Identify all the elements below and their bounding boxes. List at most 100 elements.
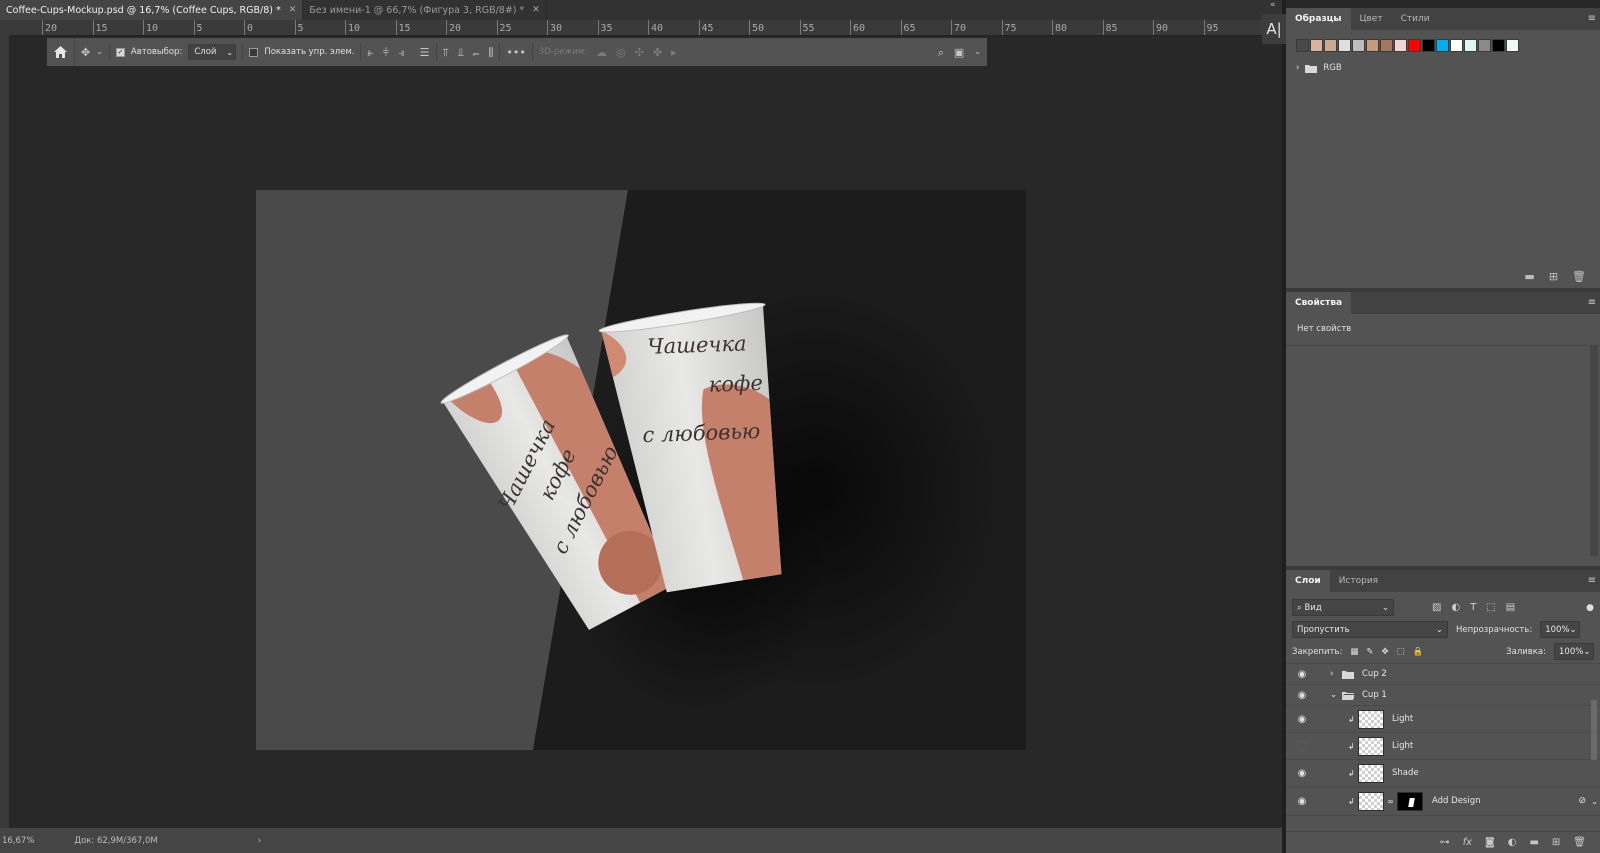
link-layers-icon[interactable]: ⊶: [1440, 837, 1450, 848]
blend-mode-dropdown[interactable]: Пропустить ⌄: [1292, 621, 1448, 638]
align-right-edges-icon[interactable]: ⫣: [398, 47, 405, 58]
layer-row-group[interactable]: ◉ ⌄ Cup 1: [1286, 685, 1600, 706]
fx-icon[interactable]: fx: [1463, 837, 1472, 848]
chevron-down-icon[interactable]: ⌄: [96, 48, 103, 56]
color-swatch[interactable]: [1296, 39, 1309, 52]
distribute-left-icon[interactable]: ⫼: [488, 47, 493, 58]
visibility-eye-icon[interactable]: ◉: [1294, 669, 1310, 680]
horizontal-ruler[interactable]: 20 15 10 5 0 5 10 15 20 25 30 35 40 45 50 55 60 65 70 75 80 8…: [10, 20, 1282, 36]
color-swatch[interactable]: [1492, 39, 1505, 52]
character-panel-button[interactable]: A|: [1262, 14, 1286, 44]
color-swatch[interactable]: [1436, 39, 1449, 52]
document-canvas[interactable]: Чашечка кофе с любовью Чашечка кофе с лю…: [256, 190, 1026, 750]
chevron-down-icon[interactable]: ⌄: [1330, 690, 1337, 700]
color-swatch[interactable]: [1394, 39, 1407, 52]
trash-icon[interactable]: 🗑: [1572, 270, 1586, 283]
show-transform-checkbox[interactable]: [249, 47, 259, 57]
filter-shape-icon[interactable]: ⬚: [1486, 602, 1495, 613]
panel-menu-icon[interactable]: ≡: [1588, 13, 1596, 24]
color-swatch[interactable]: [1310, 39, 1323, 52]
color-swatch[interactable]: [1324, 39, 1337, 52]
new-group-icon[interactable]: ▬: [1524, 270, 1534, 283]
3d-scale-icon[interactable]: ▸: [671, 47, 677, 58]
properties-scrollbar[interactable]: [1590, 346, 1598, 556]
new-group-icon[interactable]: ▬: [1529, 837, 1538, 848]
more-options-icon[interactable]: •••: [506, 47, 525, 58]
distribute-top-icon[interactable]: ⫪: [443, 47, 449, 58]
layer-mask-thumbnail[interactable]: [1397, 791, 1423, 811]
opacity-input[interactable]: 100% ⌄: [1540, 621, 1581, 638]
fill-input[interactable]: 100% ⌄: [1554, 643, 1594, 660]
document-tab-inactive[interactable]: Без имени-1 @ 66,7% (Фигура 3, RGB/8#) *…: [303, 0, 547, 20]
color-swatch[interactable]: [1380, 39, 1393, 52]
tab-properties[interactable]: Свойства: [1286, 292, 1352, 314]
tab-swatches[interactable]: Образцы: [1286, 8, 1351, 30]
lock-transparent-icon[interactable]: ▦: [1350, 647, 1358, 657]
distribute-bottom-icon[interactable]: ⫭: [473, 47, 479, 58]
align-left-edges-icon[interactable]: ⫦: [367, 47, 373, 58]
layer-row-group[interactable]: ◉ › Cup 2: [1286, 664, 1600, 685]
visibility-eye-icon[interactable]: ◉: [1294, 690, 1310, 701]
align-top-edges-icon[interactable]: ☰: [420, 47, 430, 58]
home-button[interactable]: [47, 38, 75, 66]
collapse-panels-icon[interactable]: «: [1270, 0, 1276, 10]
align-horizontal-centers-icon[interactable]: ⫩: [383, 47, 389, 58]
color-swatch[interactable]: [1352, 39, 1365, 52]
layer-row[interactable]: ↲ Light: [1286, 733, 1600, 760]
layer-row[interactable]: ◉ ↲ Light: [1286, 706, 1600, 733]
color-swatch[interactable]: [1450, 39, 1463, 52]
visibility-eye-icon[interactable]: ◉: [1294, 768, 1310, 779]
tab-layers[interactable]: Слои: [1286, 570, 1330, 592]
visibility-eye-icon[interactable]: ◉: [1294, 714, 1310, 725]
color-swatch[interactable]: [1338, 39, 1351, 52]
distribute-vertical-centers-icon[interactable]: ⫫: [458, 47, 464, 58]
3d-orbit-icon[interactable]: ☁: [596, 47, 607, 58]
lock-image-icon[interactable]: ✎: [1366, 647, 1373, 657]
color-swatch[interactable]: [1478, 39, 1491, 52]
color-swatch[interactable]: [1422, 39, 1435, 52]
lock-artboard-icon[interactable]: ⬚: [1397, 647, 1405, 657]
panel-menu-icon[interactable]: ≡: [1588, 297, 1596, 308]
workspace-switcher-icon[interactable]: ▣: [954, 47, 964, 58]
lock-position-icon[interactable]: ✥: [1381, 647, 1388, 657]
filter-type-icon[interactable]: T: [1470, 602, 1476, 613]
filter-pixel-icon[interactable]: ▨: [1432, 602, 1441, 613]
layers-scrollbar-thumb[interactable]: [1591, 700, 1597, 760]
layer-row[interactable]: ◉ ↲ Shade: [1286, 760, 1600, 787]
filter-toggle-icon[interactable]: ●: [1586, 603, 1594, 613]
new-swatch-icon[interactable]: ⊞: [1549, 270, 1558, 283]
layer-row-smart-object[interactable]: ◉ ↲ ∞ Add Design ⊘ ⌄: [1286, 787, 1600, 816]
document-tab-active[interactable]: Coffee-Cups-Mockup.psd @ 16,7% (Coffee C…: [0, 0, 304, 20]
color-swatch[interactable]: [1366, 39, 1379, 52]
filter-smart-object-icon[interactable]: ▤: [1506, 602, 1515, 613]
lock-all-icon[interactable]: 🔒: [1413, 647, 1424, 657]
zoom-level[interactable]: 16,67%: [2, 836, 34, 846]
trash-icon[interactable]: 🗑: [1573, 837, 1586, 848]
visibility-toggle-hidden[interactable]: [1297, 741, 1307, 751]
chevron-right-icon[interactable]: ›: [1330, 669, 1333, 679]
autoselect-dropdown[interactable]: Слой ⌄: [188, 44, 237, 60]
vertical-ruler[interactable]: [0, 36, 10, 828]
filter-adjustment-icon[interactable]: ◐: [1451, 602, 1460, 613]
layer-filter-dropdown[interactable]: ⌕ Вид ⌄: [1292, 599, 1394, 616]
new-layer-icon[interactable]: ⊞: [1552, 837, 1560, 848]
close-tab-icon[interactable]: ✕: [532, 5, 540, 15]
smart-filter-icon[interactable]: ⊘: [1578, 796, 1586, 806]
add-mask-icon[interactable]: ◙: [1485, 837, 1495, 848]
color-swatch[interactable]: [1408, 39, 1421, 52]
color-swatch[interactable]: [1506, 39, 1519, 52]
chevron-down-icon[interactable]: ⌄: [1591, 797, 1598, 806]
adjustment-layer-icon[interactable]: ◐: [1508, 837, 1517, 848]
tab-styles[interactable]: Стили: [1392, 8, 1439, 30]
swatch-group-rgb[interactable]: › RGB: [1286, 52, 1600, 73]
search-icon[interactable]: ⌕: [938, 47, 944, 58]
close-tab-icon[interactable]: ✕: [289, 5, 297, 15]
chevron-down-icon[interactable]: ⌄: [974, 48, 981, 56]
color-swatch[interactable]: [1464, 39, 1477, 52]
autoselect-checkbox[interactable]: ✓: [115, 47, 125, 57]
3d-slide-icon[interactable]: ✤: [653, 47, 662, 58]
chevron-right-icon[interactable]: ›: [258, 836, 261, 846]
tab-color[interactable]: Цвет: [1351, 8, 1392, 30]
visibility-eye-icon[interactable]: ◉: [1294, 796, 1310, 807]
move-tool-icon[interactable]: ✥: [81, 47, 90, 58]
